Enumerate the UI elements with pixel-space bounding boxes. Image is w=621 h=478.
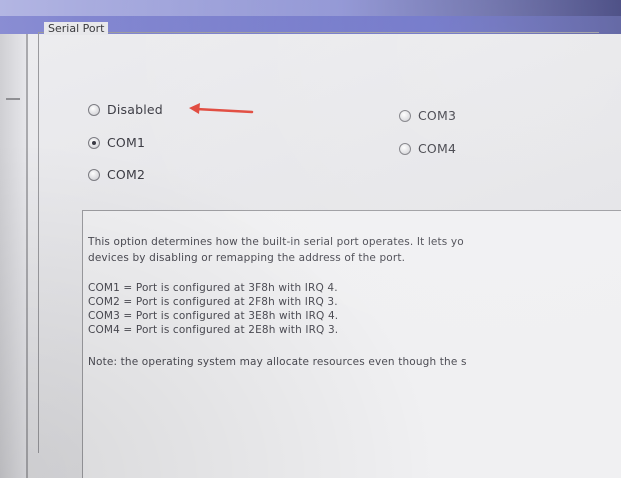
settings-tree-pane[interactable]	[0, 34, 28, 478]
radio-com1-circle[interactable]	[88, 136, 100, 149]
help-com1-line: COM1 = Port is configured at 3F8h with I…	[88, 282, 338, 294]
monitor-bezel	[0, 0, 621, 16]
radio-disabled-circle[interactable]	[88, 103, 100, 116]
radio-com4-label: COM4	[418, 141, 457, 156]
radio-com4-circle[interactable]	[399, 142, 411, 155]
radio-disabled[interactable]: Disabled	[88, 102, 163, 117]
radio-com1[interactable]: COM1	[88, 135, 145, 150]
radio-com1-label: COM1	[107, 135, 146, 150]
help-note-line: Note: the operating system may allocate …	[88, 356, 467, 368]
help-com4-line: COM4 = Port is configured at 2E8h with I…	[88, 324, 339, 336]
help-description-line1: This option determines how the built-in …	[88, 236, 464, 248]
help-text-box	[82, 210, 621, 478]
radio-com3-circle[interactable]	[399, 109, 411, 122]
red-arrow-icon	[189, 103, 254, 114]
radio-com4[interactable]: COM4	[399, 141, 456, 156]
bios-screen-photo: Serial Port Disabled COM1 COM2 COM3 COM4…	[0, 0, 621, 478]
group-legend: Serial Port	[44, 22, 109, 35]
radio-disabled-label: Disabled	[107, 102, 163, 117]
help-com3-line: COM3 = Port is configured at 3E8h with I…	[88, 310, 339, 322]
radio-com2[interactable]: COM2	[88, 167, 145, 182]
help-com2-line: COM2 = Port is configured at 2F8h with I…	[88, 296, 338, 308]
radio-com3[interactable]: COM3	[399, 108, 456, 123]
help-description-line2: devices by disabling or remapping the ad…	[88, 252, 406, 264]
radio-com3-label: COM3	[418, 108, 457, 123]
radio-com2-label: COM2	[107, 167, 146, 182]
radio-com2-circle[interactable]	[88, 168, 100, 181]
tree-connector-line	[6, 98, 20, 100]
